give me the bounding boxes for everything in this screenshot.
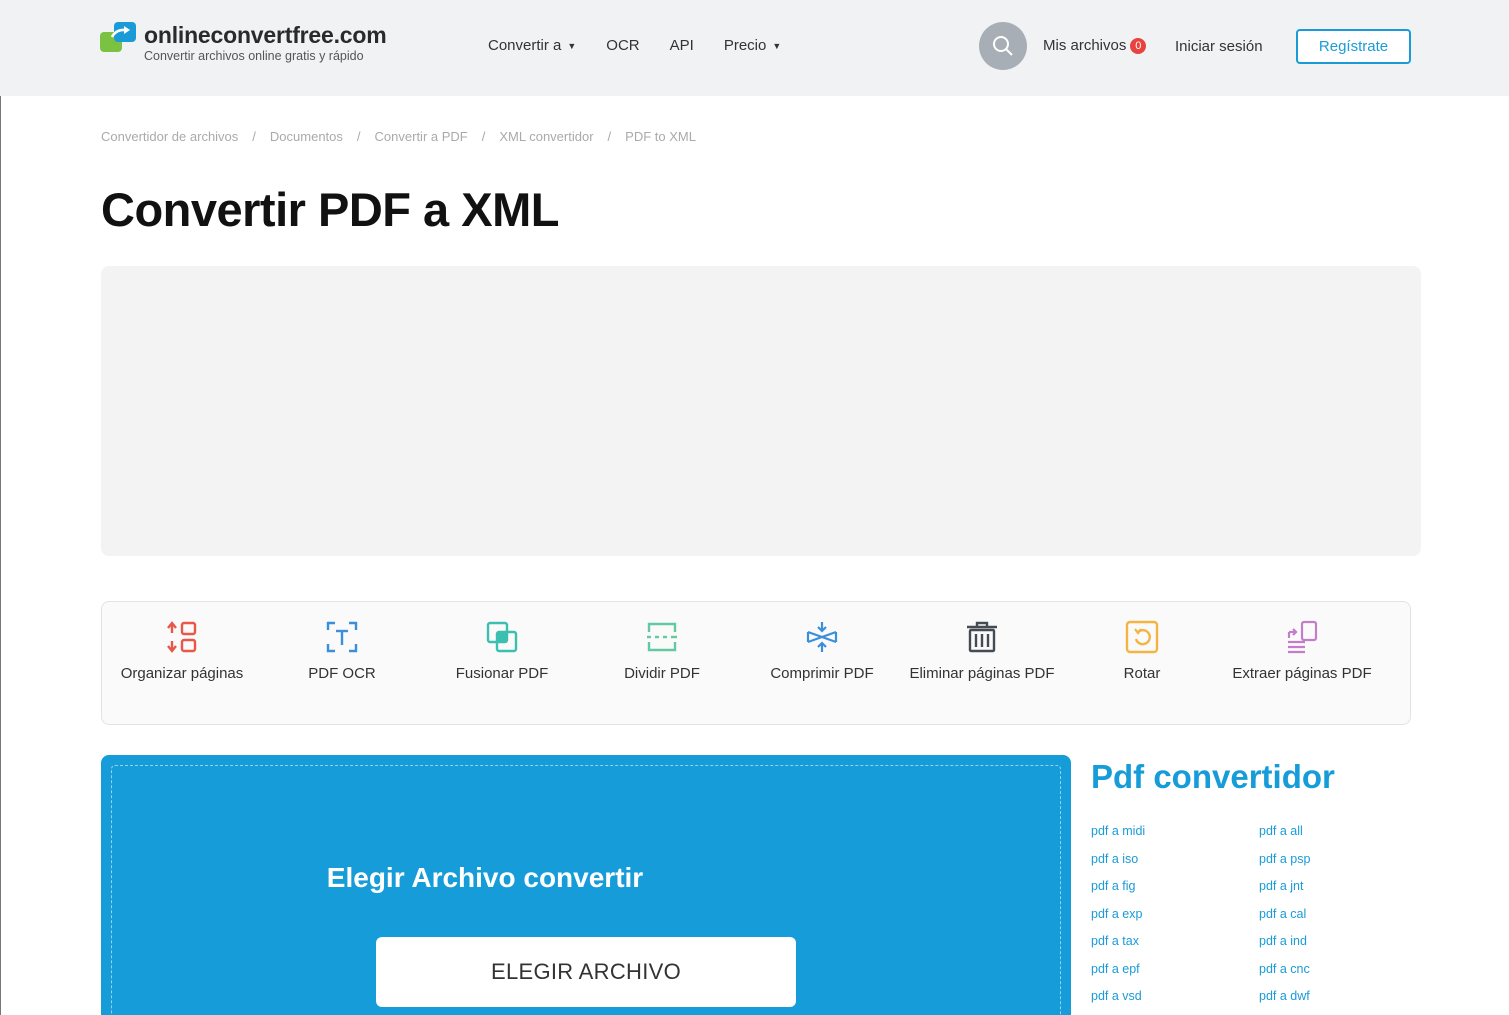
tool-label: Extraer páginas PDF — [1232, 665, 1372, 682]
converter-links: pdf a midi pdf a all pdf a iso pdf a psp… — [1091, 823, 1427, 1005]
rotate-icon — [1125, 620, 1159, 654]
tool-label: Comprimir PDF — [770, 665, 874, 682]
tool-merge-pdf[interactable]: Fusionar PDF — [422, 602, 582, 724]
tool-label: PDF OCR — [308, 665, 376, 682]
logo-title: onlineconvertfree.com — [144, 22, 387, 48]
sidebar-title: Pdf convertidor — [1091, 758, 1335, 795]
tool-delete-pages[interactable]: Eliminar páginas PDF — [902, 602, 1062, 724]
converter-link[interactable]: pdf a cnc — [1259, 961, 1427, 978]
breadcrumb-item[interactable]: Documentos — [270, 129, 343, 144]
tool-label: Rotar — [1123, 665, 1161, 682]
breadcrumb-item[interactable]: Convertir a PDF — [375, 129, 468, 144]
converter-link[interactable]: pdf a psp — [1259, 851, 1427, 868]
upload-title: Elegir Archivo convertir — [326, 862, 644, 893]
compress-icon — [806, 622, 838, 652]
site-logo[interactable]: onlineconvertfree.com Convertir archivos… — [100, 22, 387, 63]
converter-link[interactable]: pdf a exp — [1091, 906, 1259, 923]
converter-link[interactable]: pdf a midi — [1091, 823, 1259, 840]
chevron-down-icon: ▼ — [772, 40, 782, 51]
nav-label: OCR — [606, 37, 640, 54]
pdf-tools-bar: Organizar páginas PDF OCR Fusionar PDF D… — [101, 601, 1411, 725]
choose-file-button[interactable]: ELEGIR ARCHIVO — [376, 937, 796, 1007]
tool-pdf-ocr[interactable]: PDF OCR — [262, 602, 422, 724]
converter-link[interactable]: pdf a cal — [1259, 906, 1427, 923]
tool-label: Fusionar PDF — [455, 665, 549, 682]
logo-icon — [100, 22, 138, 54]
page-title: Convertir PDF a XML — [101, 183, 559, 236]
ad-placeholder — [101, 266, 1421, 556]
converter-link[interactable]: pdf a tax — [1091, 933, 1259, 950]
converter-link[interactable]: pdf a dwf — [1259, 988, 1427, 1005]
breadcrumb-item[interactable]: XML convertidor — [499, 129, 593, 144]
converter-link[interactable]: pdf a fig — [1091, 878, 1259, 895]
converter-link[interactable]: pdf a epf — [1091, 961, 1259, 978]
nav-ocr[interactable]: OCR — [606, 37, 639, 54]
organize-pages-icon — [167, 621, 197, 653]
search-button[interactable] — [979, 22, 1027, 70]
trash-icon — [967, 621, 997, 653]
split-icon — [647, 622, 677, 652]
login-link[interactable]: Iniciar sesión — [1175, 38, 1263, 55]
merge-icon — [486, 621, 518, 653]
converter-link[interactable]: pdf a iso — [1091, 851, 1259, 868]
tool-split-pdf[interactable]: Dividir PDF — [582, 602, 742, 724]
converter-link[interactable]: pdf a ind — [1259, 933, 1427, 950]
breadcrumb: Convertidor de archivos / Documentos / Con… — [101, 129, 696, 144]
my-files-label: Mis archivos — [1043, 37, 1127, 54]
tool-compress-pdf[interactable]: Comprimir PDF — [742, 602, 902, 724]
nav-convertir-a[interactable]: Convertir a ▼ — [488, 37, 576, 54]
tool-label: Organizar páginas — [120, 665, 244, 682]
nav-label: Precio — [723, 37, 767, 54]
ocr-icon — [326, 621, 358, 653]
my-files-link[interactable]: Mis archivos 0 — [1043, 37, 1147, 54]
main-nav: Convertir a ▼ OCR API Precio ▼ — [488, 37, 811, 54]
tool-rotate[interactable]: Rotar — [1062, 602, 1222, 724]
extract-pages-icon — [1287, 620, 1318, 654]
nav-label: API — [669, 37, 694, 54]
breadcrumb-item-current: PDF to XML — [625, 129, 696, 144]
nav-precio[interactable]: Precio ▼ — [724, 37, 781, 54]
chevron-down-icon: ▼ — [567, 40, 577, 51]
logo-subtitle: Convertir archivos online gratis y rápid… — [144, 49, 364, 63]
breadcrumb-item[interactable]: Convertidor de archivos — [101, 129, 238, 144]
nav-label: Convertir a — [488, 37, 562, 54]
my-files-count-badge: 0 — [1130, 37, 1147, 54]
converter-link[interactable]: pdf a vsd — [1091, 988, 1259, 1005]
tool-label: Eliminar páginas PDF — [909, 665, 1055, 682]
tool-extract-pages[interactable]: Extraer páginas PDF — [1222, 602, 1382, 724]
site-header: onlineconvertfree.com Convertir archivos… — [0, 0, 1509, 96]
register-button[interactable]: Regístrate — [1296, 29, 1411, 64]
tool-label: Dividir PDF — [624, 665, 700, 682]
converter-link[interactable]: pdf a jnt — [1259, 878, 1427, 895]
tool-organize-pages[interactable]: Organizar páginas — [102, 602, 262, 724]
converter-link[interactable]: pdf a all — [1259, 823, 1427, 840]
search-icon — [993, 36, 1013, 56]
nav-api[interactable]: API — [670, 37, 694, 54]
